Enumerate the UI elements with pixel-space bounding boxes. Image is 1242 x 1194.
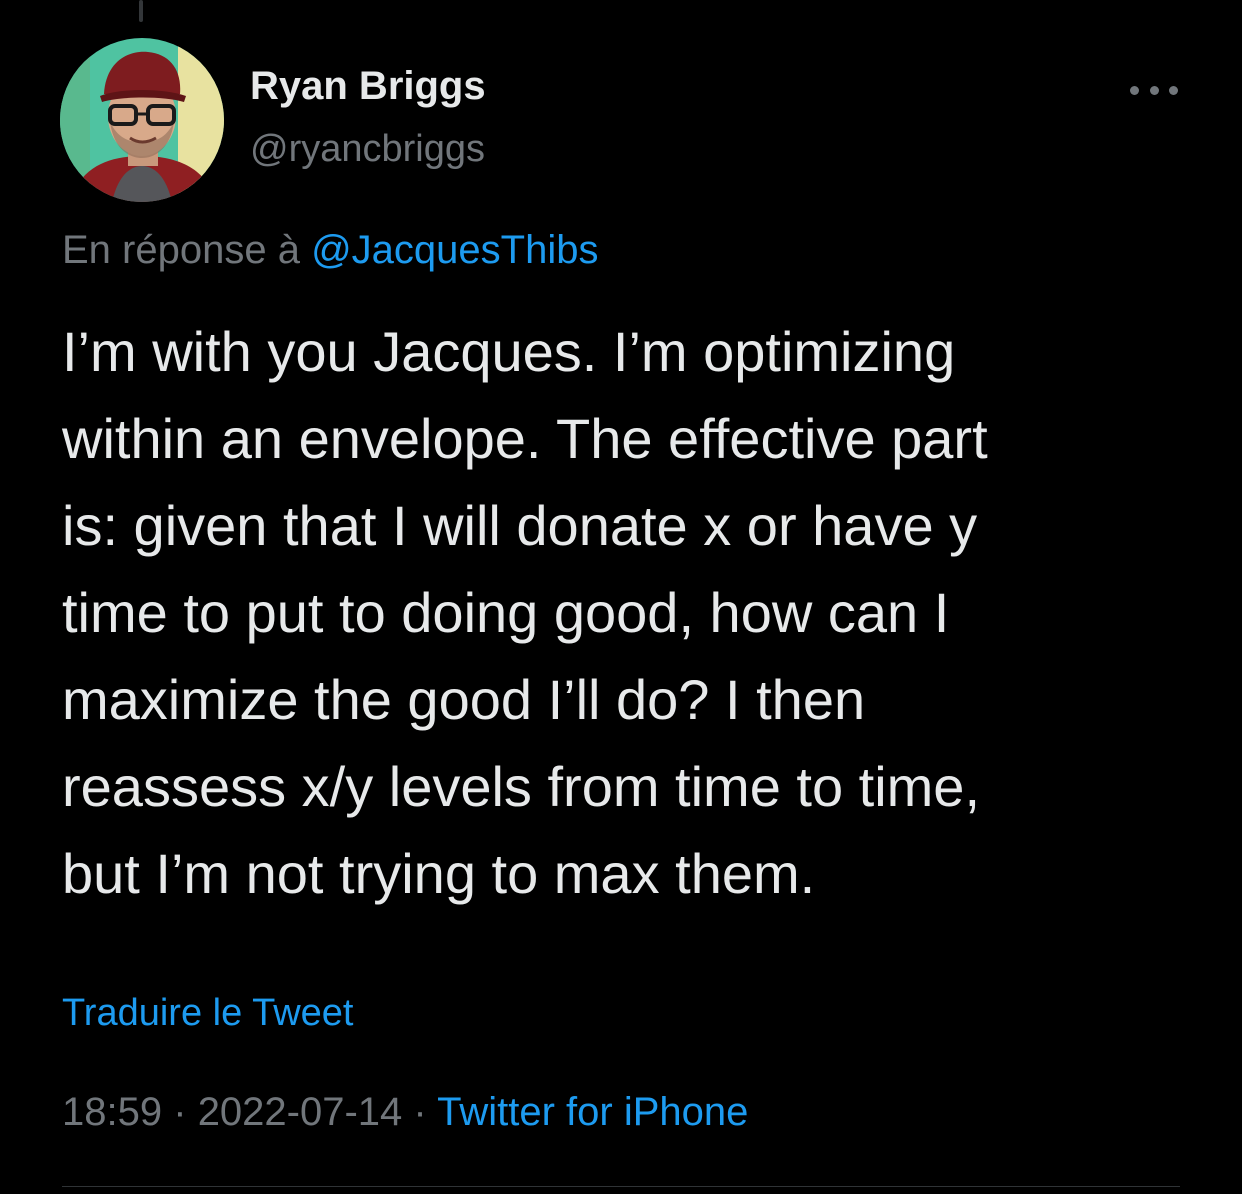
meta-separator: · (173, 1090, 187, 1134)
thread-connector-line (139, 0, 143, 22)
translate-tweet-link[interactable]: Traduire le Tweet (62, 992, 353, 1035)
more-dot (1130, 85, 1139, 95)
more-dot (1149, 85, 1159, 95)
author-handle[interactable]: @ryancbriggs (250, 128, 485, 171)
more-dot (1169, 85, 1178, 95)
tweet-time: 18:59 (62, 1090, 163, 1134)
author-name[interactable]: Ryan Briggs (250, 64, 486, 109)
avatar-image (60, 38, 224, 202)
meta-separator: · (413, 1090, 427, 1134)
avatar[interactable] (60, 38, 224, 202)
reply-context: En réponse à @JacquesThibs (62, 228, 598, 273)
divider (62, 1186, 1180, 1187)
reply-prefix: En réponse à (62, 228, 300, 272)
tweet-text: I’m with you Jacques. I’m optimizing wit… (62, 320, 988, 905)
more-horizontal-icon[interactable] (1130, 80, 1178, 100)
tweet-source-link[interactable]: Twitter for iPhone (437, 1090, 748, 1134)
tweet-date: 2022-07-14 (197, 1090, 403, 1134)
reply-mention-link[interactable]: @JacquesThibs (311, 228, 598, 272)
tweet-metadata: 18:59 · 2022-07-14 · Twitter for iPhone (62, 1090, 748, 1135)
